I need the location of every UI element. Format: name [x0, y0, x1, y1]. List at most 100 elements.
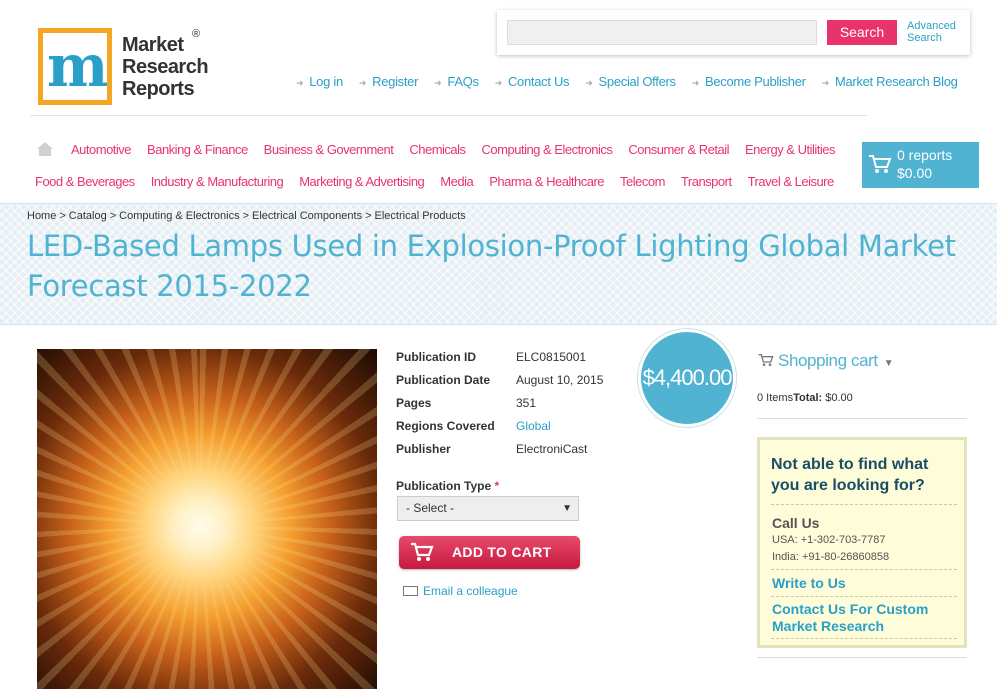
email-colleague-label: Email a colleague	[423, 584, 518, 598]
detail-value: August 10, 2015	[516, 373, 604, 387]
help-box: Not able to find what you are looking fo…	[757, 437, 967, 648]
logo-line-reports: Reports	[122, 78, 195, 100]
category-media[interactable]: Media	[440, 174, 473, 189]
call-us-heading: Call Us	[772, 515, 820, 531]
select-value: - Select -	[406, 501, 455, 515]
help-heading: Not able to find what you are looking fo…	[771, 456, 929, 494]
page-title: LED-Based Lamps Used in Explosion-Proof …	[27, 229, 956, 303]
cart-report-count: 0 reports	[897, 147, 953, 163]
category-chemicals[interactable]: Chemicals	[409, 142, 466, 157]
arrow-bullet-icon: ➜	[691, 78, 700, 88]
faqs-label: FAQs	[447, 74, 479, 89]
detail-label: Publication ID	[396, 350, 477, 364]
envelope-icon	[403, 586, 418, 596]
price-badge: $4,400.00	[638, 329, 736, 427]
category-automotive[interactable]: Automotive	[71, 142, 132, 157]
india-phone: India: +91-80-26860858	[772, 551, 890, 563]
become-publisher-label: Become Publisher	[704, 74, 806, 89]
search-input[interactable]	[507, 20, 817, 45]
region-link[interactable]: Global	[516, 419, 551, 433]
caret-down-icon: ▼	[562, 503, 572, 514]
category-travel-leisure[interactable]: Travel & Leisure	[748, 174, 835, 189]
sidebar-divider	[757, 418, 967, 419]
category-telecom[interactable]: Telecom	[620, 174, 665, 189]
contact-us-label: Contact Us	[507, 74, 570, 89]
detail-label: Regions Covered	[396, 419, 495, 433]
become-publisher-link[interactable]: ➜ Become Publisher	[692, 74, 806, 89]
special-offers-label: Special Offers	[598, 74, 677, 89]
logo-line-research: Research	[122, 56, 209, 78]
product-image	[37, 349, 377, 689]
help-divider	[771, 638, 957, 639]
advanced-search-link[interactable]: Advanced Search	[907, 20, 956, 44]
breadcrumb-catalog[interactable]: Catalog	[69, 210, 107, 222]
cart-items-count: 0 Items	[757, 392, 794, 404]
arrow-bullet-icon: ➜	[358, 78, 367, 88]
registered-mark: ®	[192, 28, 201, 40]
category-food-beverages[interactable]: Food & Beverages	[35, 174, 135, 189]
faqs-link[interactable]: ➜ FAQs	[434, 74, 479, 89]
category-industry-manufacturing[interactable]: Industry & Manufacturing	[151, 174, 284, 189]
register-link[interactable]: ➜ Register	[358, 74, 419, 89]
register-label: Register	[372, 74, 419, 89]
logo-mark: m	[38, 28, 112, 105]
detail-value: 351	[516, 396, 537, 410]
arrow-bullet-icon: ➜	[434, 78, 442, 88]
arrow-bullet-icon: ➜	[296, 78, 304, 88]
category-computing-electronics[interactable]: Computing & Electronics	[482, 142, 613, 157]
blog-label: Market Research Blog	[834, 74, 958, 89]
special-offers-link[interactable]: ➜ Special Offers	[585, 74, 677, 89]
shopping-cart-summary: 0 ItemsTotal: $0.00	[757, 392, 853, 404]
custom-research-link[interactable]: Contact Us For Custom Market Research	[772, 601, 962, 635]
cart-total-value: $0.00	[825, 392, 853, 404]
category-transport[interactable]: Transport	[681, 174, 732, 189]
category-pharma-healthcare[interactable]: Pharma & Healthcare	[489, 174, 604, 189]
breadcrumb-electrical-components[interactable]: Electrical Components	[252, 210, 362, 222]
add-to-cart-button[interactable]: ADD TO CART	[399, 536, 580, 569]
category-consumer-retail[interactable]: Consumer & Retail	[628, 142, 729, 157]
search-button[interactable]: Search	[827, 20, 897, 45]
arrow-bullet-icon: ➜	[821, 78, 830, 88]
detail-label: Publication Date	[396, 373, 491, 387]
blog-link[interactable]: ➜ Market Research Blog	[822, 74, 958, 89]
help-divider	[771, 569, 957, 570]
category-nav-row-2: Food & Beverages Industry & Manufacturin…	[35, 174, 850, 189]
logo-letter: m	[47, 32, 109, 100]
email-colleague-link[interactable]: Email a colleague	[403, 584, 518, 598]
search-panel: Search Advanced Search	[497, 10, 970, 55]
cart-icon	[869, 155, 892, 173]
detail-value: ElectroniCast	[516, 442, 588, 456]
category-energy-utilities[interactable]: Energy & Utilities	[745, 142, 835, 157]
shopping-cart-toggle[interactable]: Shopping cart ▼	[758, 351, 894, 371]
usa-phone: USA: +1-302-703-7787	[772, 534, 886, 546]
login-link[interactable]: ➜ Log in	[296, 74, 343, 89]
publication-type-text: Publication Type	[396, 479, 492, 493]
contact-us-link[interactable]: ➜ Contact Us	[495, 74, 570, 89]
cart-icon	[411, 542, 434, 561]
detail-value: ELC0815001	[516, 350, 587, 364]
home-icon[interactable]	[36, 140, 54, 158]
write-to-us-link[interactable]: Write to Us	[772, 575, 962, 592]
breadcrumb: Home > Catalog > Computing & Electronics > Ele…	[27, 210, 466, 222]
detail-label: Publisher	[396, 442, 451, 456]
shopping-cart-title: Shopping cart	[778, 351, 878, 370]
explosion-rays	[37, 349, 377, 689]
category-marketing-advertising[interactable]: Marketing & Advertising	[299, 174, 425, 189]
top-links: ➜ Log in ➜ Register ➜ FAQs ➜ Contact Us ➜ Spe…	[296, 74, 974, 89]
header-cart-button[interactable]: 0 reports $0.00	[862, 142, 979, 188]
site-logo[interactable]: m Market Research Reports ®	[38, 28, 218, 108]
arrow-bullet-icon: ➜	[494, 78, 503, 88]
breadcrumb-home[interactable]: Home	[27, 210, 56, 222]
publication-type-select[interactable]: - Select - ▼	[397, 496, 579, 521]
category-banking-finance[interactable]: Banking & Finance	[147, 142, 248, 157]
cart-total-label: Total:	[793, 392, 823, 404]
category-business-government[interactable]: Business & Government	[264, 142, 394, 157]
logo-wordmark: Market Research Reports	[122, 34, 209, 100]
breadcrumb-computing-electronics[interactable]: Computing & Electronics	[119, 210, 239, 222]
help-divider	[771, 504, 957, 505]
sidebar-divider	[757, 657, 967, 658]
detail-label: Pages	[396, 396, 432, 410]
category-nav-row-1: Automotive Banking & Finance Business & …	[71, 142, 851, 157]
breadcrumb-electrical-products[interactable]: Electrical Products	[375, 210, 466, 222]
login-label: Log in	[309, 74, 343, 89]
